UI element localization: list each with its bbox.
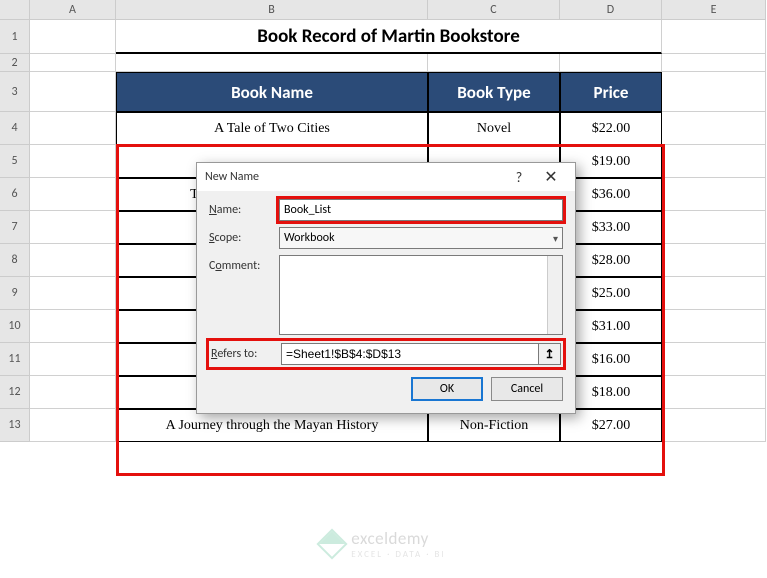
- name-label: Name:: [209, 199, 279, 217]
- cell[interactable]: [662, 244, 766, 277]
- cell[interactable]: [30, 178, 116, 211]
- refers-to-input[interactable]: [281, 343, 539, 365]
- cell[interactable]: [662, 72, 766, 112]
- scope-select[interactable]: Workbook ▾: [279, 227, 563, 249]
- row-header-9[interactable]: 9: [0, 277, 30, 310]
- col-header-D[interactable]: D: [560, 0, 662, 20]
- cell[interactable]: [662, 145, 766, 178]
- table-header-name[interactable]: Book Name: [116, 72, 428, 112]
- refers-label: Refers to:: [211, 343, 281, 361]
- select-all-corner[interactable]: [0, 0, 30, 20]
- col-header-B[interactable]: B: [116, 0, 428, 20]
- row-header-6[interactable]: 6: [0, 178, 30, 211]
- table-header-type[interactable]: Book Type: [428, 72, 560, 112]
- dialog-title: New Name: [205, 170, 503, 184]
- row-header-1[interactable]: 1: [0, 20, 30, 54]
- cell[interactable]: [662, 310, 766, 343]
- logo-icon: [317, 528, 348, 559]
- dialog-titlebar[interactable]: New Name ? ✕: [197, 163, 575, 191]
- row-header-8[interactable]: 8: [0, 244, 30, 277]
- row-header-13[interactable]: 13: [0, 409, 30, 442]
- cell[interactable]: [30, 20, 116, 54]
- cell[interactable]: [30, 211, 116, 244]
- col-header-A[interactable]: A: [30, 0, 116, 20]
- cell[interactable]: [30, 244, 116, 277]
- cancel-button[interactable]: Cancel: [491, 377, 563, 401]
- cell[interactable]: [560, 54, 662, 72]
- row-header-10[interactable]: 10: [0, 310, 30, 343]
- watermark: exceldemy EXCEL · DATA · BI: [0, 528, 767, 560]
- comment-label: Comment:: [209, 255, 279, 273]
- row-header-12[interactable]: 12: [0, 376, 30, 409]
- cell[interactable]: [30, 72, 116, 112]
- close-button[interactable]: ✕: [535, 163, 567, 191]
- row-header-11[interactable]: 11: [0, 343, 30, 376]
- table-cell-price[interactable]: $22.00: [560, 112, 662, 145]
- cell[interactable]: [30, 54, 116, 72]
- row-header-5[interactable]: 5: [0, 145, 30, 178]
- cell[interactable]: [30, 112, 116, 145]
- row-header-3[interactable]: 3: [0, 72, 30, 112]
- cell[interactable]: [428, 54, 560, 72]
- table-cell-name[interactable]: A Tale of Two Cities: [116, 112, 428, 145]
- row-header-4[interactable]: 4: [0, 112, 30, 145]
- cell[interactable]: [662, 277, 766, 310]
- comment-textarea[interactable]: ▴ ▾: [279, 255, 563, 335]
- cell[interactable]: [662, 343, 766, 376]
- help-button[interactable]: ?: [503, 163, 535, 191]
- cell[interactable]: [30, 343, 116, 376]
- ok-button[interactable]: OK: [411, 377, 483, 401]
- cell[interactable]: [662, 211, 766, 244]
- name-input[interactable]: [279, 199, 563, 221]
- cell[interactable]: [116, 54, 428, 72]
- cell[interactable]: [30, 145, 116, 178]
- watermark-tagline: EXCEL · DATA · BI: [351, 549, 445, 560]
- page-title[interactable]: Book Record of Martin Bookstore: [116, 20, 662, 54]
- new-name-dialog: New Name ? ✕ Name: Scope: Workbook ▾ Com…: [196, 162, 576, 414]
- chevron-down-icon: ▾: [553, 232, 558, 245]
- row-header-7[interactable]: 7: [0, 211, 30, 244]
- watermark-brand: exceldemy: [351, 528, 445, 549]
- col-header-C[interactable]: C: [428, 0, 560, 20]
- table-header-price[interactable]: Price: [560, 72, 662, 112]
- cell[interactable]: [30, 277, 116, 310]
- cell[interactable]: [30, 409, 116, 442]
- scope-label: Scope:: [209, 227, 279, 245]
- range-picker-button[interactable]: ↥: [539, 343, 561, 365]
- cell[interactable]: [662, 54, 766, 72]
- cell[interactable]: [662, 112, 766, 145]
- col-header-E[interactable]: E: [662, 0, 766, 20]
- collapse-dialog-icon: ↥: [544, 347, 554, 362]
- scope-value: Workbook: [284, 231, 335, 245]
- cell[interactable]: [662, 409, 766, 442]
- cell[interactable]: [30, 310, 116, 343]
- scroll-down-icon[interactable]: ▾: [555, 321, 560, 332]
- cell[interactable]: [662, 376, 766, 409]
- row-header-2[interactable]: 2: [0, 54, 30, 72]
- cell[interactable]: [662, 178, 766, 211]
- table-cell-type[interactable]: Novel: [428, 112, 560, 145]
- cell[interactable]: [30, 376, 116, 409]
- scroll-up-icon[interactable]: ▴: [555, 258, 560, 269]
- cell[interactable]: [662, 20, 766, 54]
